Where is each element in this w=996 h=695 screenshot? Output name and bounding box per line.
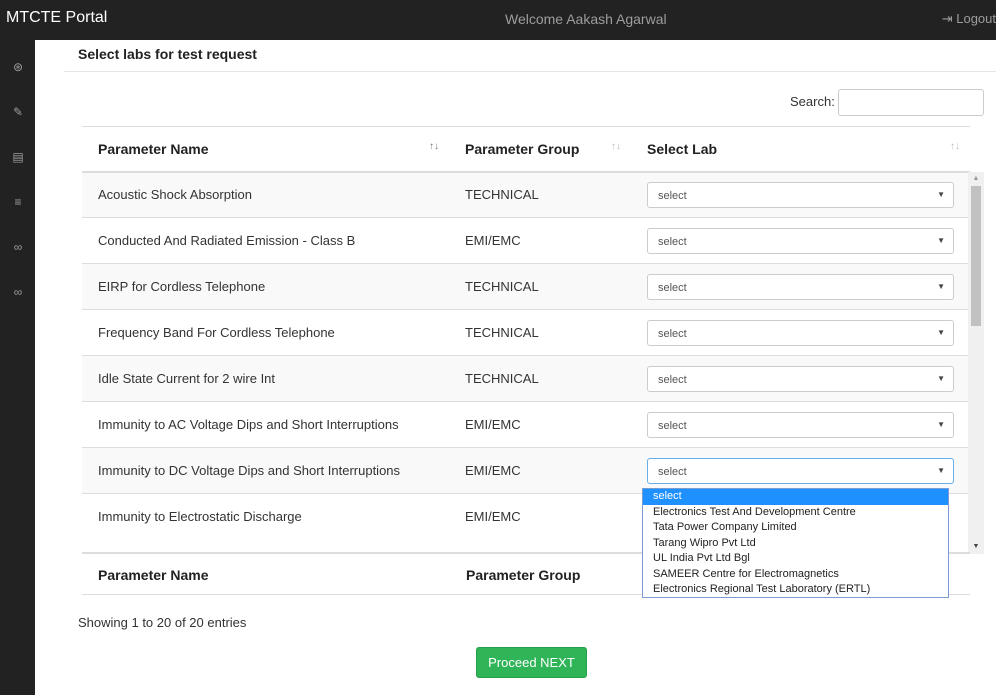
logout-icon: ⇥ (941, 11, 957, 26)
parameter-name-cell: Frequency Band For Cordless Telephone (82, 309, 449, 356)
scroll-up-icon[interactable]: ▲ (968, 172, 984, 186)
table-row: Conducted And Radiated Emission - Class … (82, 217, 970, 264)
lab-select-open[interactable]: select ▼ (647, 457, 954, 484)
dashboard-icon[interactable]: ⊛ (11, 60, 25, 74)
chevron-down-icon: ▼ (937, 327, 945, 337)
parameters-table: Parameter Name ↑↓ Parameter Group ↑↓ Selec… (82, 126, 970, 540)
sort-icon: ↑↓ (950, 141, 960, 152)
parameter-group-cell: TECHNICAL (449, 171, 631, 218)
top-navbar: MTCTE Portal Welcome Aakash Agarwal ⇥ Lo… (0, 0, 996, 40)
select-lab-cell: select ▼ (631, 401, 970, 448)
lab-select[interactable]: select ▼ (647, 227, 954, 254)
logout-link[interactable]: ⇥ Logout (942, 11, 996, 27)
column-header-parameter-name[interactable]: Parameter Name ↑↓ (82, 126, 449, 173)
table-row: Acoustic Shock Absorption TECHNICAL sele… (82, 171, 970, 218)
parameter-name-cell: Acoustic Shock Absorption (82, 171, 449, 218)
dropdown-option[interactable]: Electronics Regional Test Laboratory (ER… (643, 582, 948, 598)
scrollbar-thumb[interactable] (971, 186, 981, 326)
parameter-group-cell: TECHNICAL (449, 355, 631, 402)
table-header-row: Parameter Name ↑↓ Parameter Group ↑↓ Selec… (82, 126, 970, 173)
table-row: Immunity to AC Voltage Dips and Short In… (82, 401, 970, 448)
parameter-group-cell: EMI/EMC (449, 493, 631, 540)
lab-select[interactable]: select ▼ (647, 411, 954, 438)
logout-label: Logout (956, 11, 996, 26)
table-row: Frequency Band For Cordless Telephone TE… (82, 309, 970, 356)
parameter-name-cell: Immunity to AC Voltage Dips and Short In… (82, 401, 449, 448)
parameter-group-cell: EMI/EMC (449, 401, 631, 448)
page-title: Select labs for test request (78, 46, 257, 62)
lab-select-value: select (658, 189, 687, 202)
column-header-label: Parameter Group (465, 140, 580, 157)
lab-dropdown-list: select Electronics Test And Development … (642, 488, 949, 598)
chevron-down-icon: ▼ (937, 281, 945, 291)
lab-select[interactable]: select ▼ (647, 273, 954, 300)
search-label: Search: (790, 94, 835, 109)
proceed-next-button[interactable]: Proceed NEXT (476, 647, 587, 678)
parameter-group-cell: EMI/EMC (449, 447, 631, 494)
table-row: EIRP for Cordless Telephone TECHNICAL se… (82, 263, 970, 310)
select-lab-cell: select ▼ (631, 263, 970, 310)
select-lab-cell: select ▼ (631, 309, 970, 356)
parameter-name-cell: Idle State Current for 2 wire Int (82, 355, 449, 402)
select-lab-cell: select ▼ (631, 171, 970, 218)
table-info: Showing 1 to 20 of 20 entries (78, 615, 247, 630)
panel-heading: Select labs for test request (64, 40, 996, 72)
lab-select-value: select (658, 235, 687, 248)
column-header-select-lab[interactable]: Select Lab ↑↓ (631, 126, 970, 173)
wrench-icon[interactable]: ✎ (11, 105, 25, 119)
lab-select[interactable]: select ▼ (647, 319, 954, 346)
lab-select-value: select (658, 465, 687, 478)
footer-column-parameter-name: Parameter Name (98, 567, 209, 583)
select-lab-cell: select ▼ (631, 447, 970, 494)
dropdown-option[interactable]: Tata Power Company Limited (643, 520, 948, 536)
lab-select-value: select (658, 327, 687, 340)
table-row: Immunity to DC Voltage Dips and Short In… (82, 447, 970, 494)
dropdown-option[interactable]: SAMEER Centre for Electromagnetics (643, 567, 948, 583)
parameter-group-cell: EMI/EMC (449, 217, 631, 264)
brand-title[interactable]: MTCTE Portal (6, 9, 107, 27)
sidebar: ⊛ ✎ ▤ ≡ ∞ ∞ (0, 40, 35, 695)
scroll-down-icon[interactable]: ▼ (968, 540, 984, 554)
dropdown-option[interactable]: select (643, 489, 948, 505)
column-header-label: Parameter Name (98, 140, 209, 157)
link-icon[interactable]: ∞ (11, 240, 25, 254)
welcome-message: Welcome Aakash Agarwal (505, 11, 667, 27)
chevron-down-icon: ▼ (937, 373, 945, 383)
footer-column-parameter-group: Parameter Group (466, 567, 581, 583)
lab-select[interactable]: select ▼ (647, 181, 954, 208)
select-lab-cell: select ▼ (631, 355, 970, 402)
select-lab-cell: select ▼ (631, 217, 970, 264)
list-icon[interactable]: ≡ (11, 195, 25, 209)
lab-select-value: select (658, 281, 687, 294)
dropdown-option[interactable]: Electronics Test And Development Centre (643, 505, 948, 521)
table-row: Idle State Current for 2 wire Int TECHNI… (82, 355, 970, 402)
parameter-group-cell: TECHNICAL (449, 263, 631, 310)
chevron-down-icon: ▼ (937, 235, 945, 245)
link-icon-2[interactable]: ∞ (11, 285, 25, 299)
chevron-down-icon: ▼ (937, 419, 945, 429)
chevron-down-icon: ▼ (937, 189, 945, 199)
dropdown-option[interactable]: Tarang Wipro Pvt Ltd (643, 536, 948, 552)
search-input[interactable] (838, 89, 984, 116)
dropdown-option[interactable]: UL India Pvt Ltd Bgl (643, 551, 948, 567)
parameter-name-cell: EIRP for Cordless Telephone (82, 263, 449, 310)
sort-icon: ↑↓ (611, 141, 621, 152)
parameter-name-cell: Immunity to DC Voltage Dips and Short In… (82, 447, 449, 494)
column-header-parameter-group[interactable]: Parameter Group ↑↓ (449, 126, 631, 173)
lab-select-value: select (658, 419, 687, 432)
table-scrollbar[interactable]: ▲ ▼ (968, 172, 984, 554)
file-icon[interactable]: ▤ (11, 150, 25, 164)
column-header-label: Select Lab (647, 140, 718, 157)
parameter-name-cell: Immunity to Electrostatic Discharge (82, 493, 449, 540)
parameter-group-cell: TECHNICAL (449, 309, 631, 356)
lab-select-value: select (658, 373, 687, 386)
parameter-name-cell: Conducted And Radiated Emission - Class … (82, 217, 449, 264)
chevron-down-icon: ▼ (937, 465, 945, 475)
sort-icon: ↑↓ (429, 141, 439, 152)
lab-select[interactable]: select ▼ (647, 365, 954, 392)
